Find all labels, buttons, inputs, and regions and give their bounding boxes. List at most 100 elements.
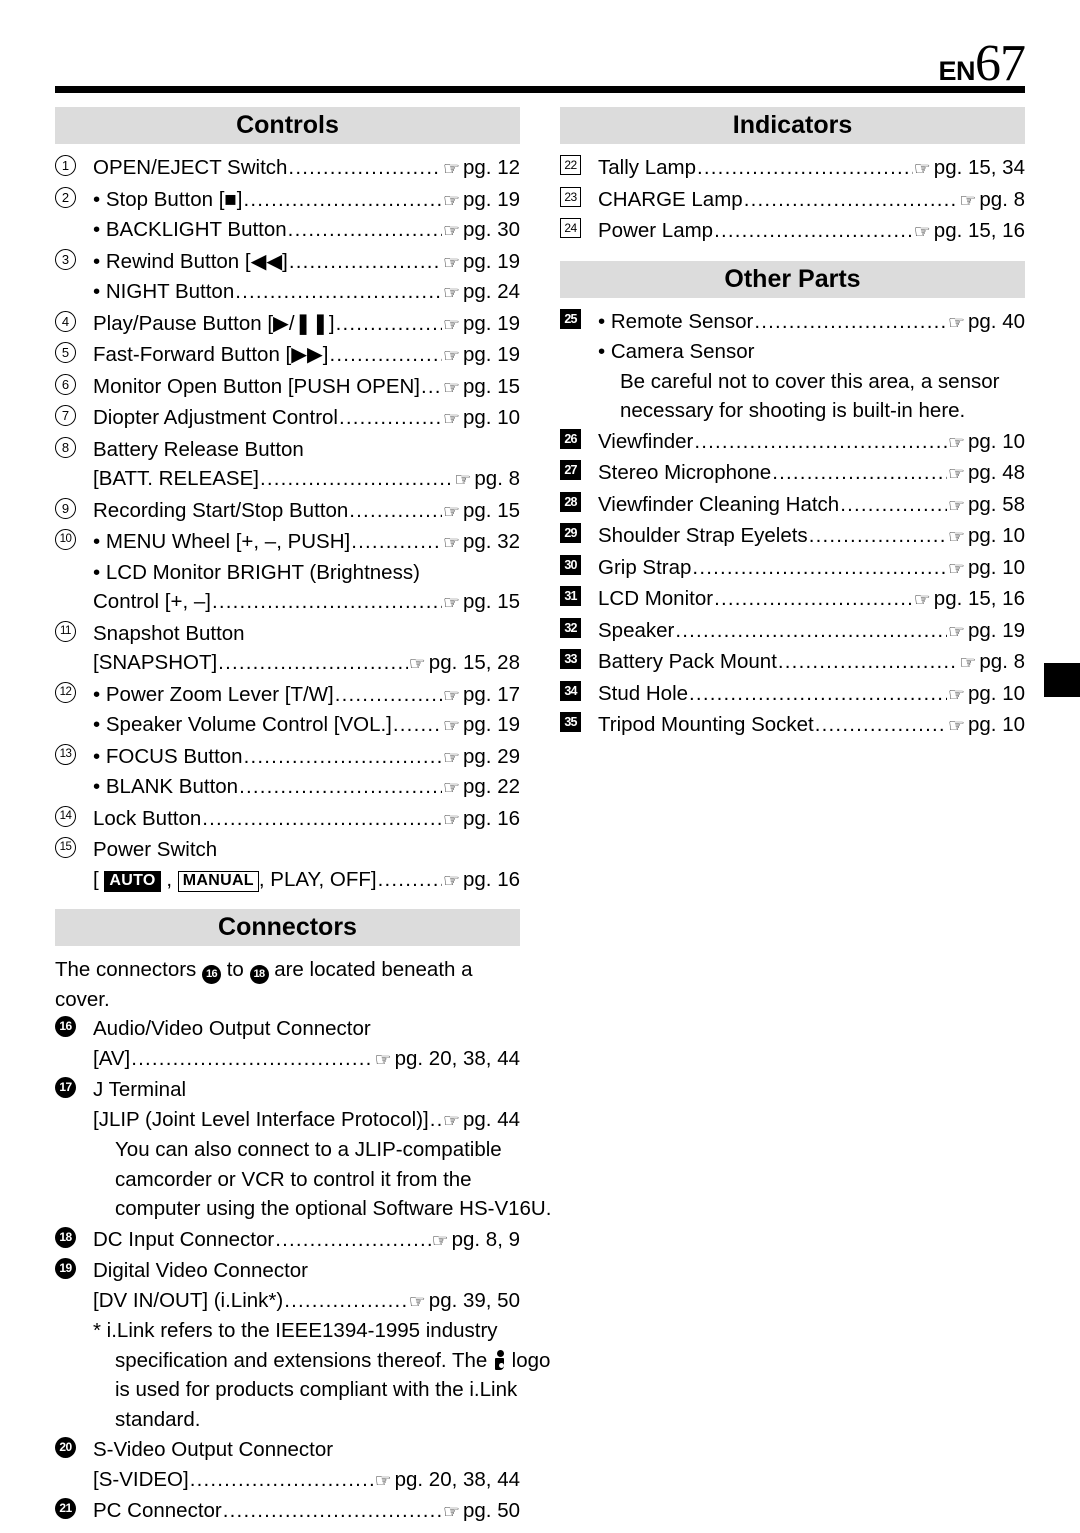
item-marker: 34 [560,680,590,701]
list-item: 28 Viewfinder Cleaning Hatch.............… [560,490,1025,521]
entry-line: DC Input Connector......................… [93,1225,520,1256]
item-marker: 23 [560,186,590,207]
list-item: 15 Power Switch [ AUTO , MANUAL, PLAY, OFF… [55,835,520,895]
page-reference: ☞ pg. 19 [443,309,520,340]
marker-number-13: 13 [55,743,76,765]
page-reference: ☞ pg. 16 [443,865,520,896]
section-header-connectors: Connectors [55,909,520,946]
page-reference: ☞ pg. 8 [959,647,1025,678]
marker-number-7: 7 [55,405,76,426]
leader-dots: ........................................… [777,650,958,673]
entry-line: • LCD Monitor BRIGHT (Brightness) [93,558,520,588]
marker-number-35: 35 [560,712,581,732]
entry-line: • Rewind Button [◀◀]....................… [93,247,520,278]
item-marker: 18 [55,1226,85,1248]
entry-line: Monitor Open Button [PUSH OPEN].........… [93,372,520,403]
leader-dots: ........................................… [284,1288,408,1312]
power-switch-modes: [ AUTO , MANUAL, PLAY, OFF] [93,867,377,892]
page-reference-text: pg. 50 [463,1499,520,1522]
entry-text: • LCD Monitor BRIGHT (Brightness) [93,560,420,584]
item-marker: 2 [55,186,85,208]
marker-number-4: 4 [55,310,76,332]
entry-text: Power Switch [93,838,218,861]
page-reference-text: pg. 8, 9 [451,1227,520,1251]
leader-dots: ........................................… [275,1227,430,1251]
leader-dots: ........................................… [421,374,442,398]
leader-dots: ........................................… [694,429,947,453]
note-text: computer using the optional Software HS-… [115,1197,552,1220]
page-reference: ☞ pg. 58 [948,490,1025,521]
item-marker: 10 [55,529,85,550]
pointing-hand-icon: ☞ [442,409,460,430]
marker-number-14: 14 [55,805,76,827]
pointing-hand-icon: ☞ [913,222,931,243]
entry-text: DC Input Connector [93,1227,275,1251]
page-reference-text: pg. 8 [979,187,1025,211]
page-reference: ☞ pg. 39, 50 [409,1286,520,1317]
entry-text: Fast-Forward Button [▶▶] [93,343,329,366]
item-marker: 26 [560,428,590,449]
entry-line: Shoulder Strap Eyelets..................… [598,521,1025,552]
entry-line: PC Connector............................… [93,1496,520,1527]
marker-number-8: 8 [55,436,76,458]
entry-line: • Speaker Volume Control [VOL.].........… [93,710,520,741]
page-reference: ☞ pg. 17 [443,680,520,711]
list-item: 34 Stud Hole.............................… [560,679,1025,710]
entry-line: [DV IN/OUT] (i.Link*)...................… [93,1286,520,1317]
leader-dots: ........................................… [329,343,441,366]
entry-line: Lock Button.............................… [93,804,520,835]
page-reference: ☞ pg. 22 [443,772,520,803]
item-marker: 27 [560,460,590,480]
page-reference-text: pg. 12 [463,156,520,179]
pointing-hand-icon: ☞ [947,684,965,706]
pointing-hand-icon: ☞ [442,1110,460,1132]
leader-dots: ........................................… [689,681,947,705]
entry-line: Recording Start/Stop Button.............… [93,496,520,527]
entry-text: Battery Release Button [93,437,304,461]
entry-line: [ AUTO , MANUAL, PLAY, OFF].............… [93,865,520,896]
leader-dots: ........................................… [743,187,959,211]
page-reference: ☞ pg. 30 [443,215,520,246]
entry-text: PC Connector [93,1499,222,1522]
entry-note: You can also connect to a JLIP-compatibl… [93,1135,520,1165]
item-marker: 19 [55,1258,85,1279]
entry-note: necessary for shooting is built-in here. [598,396,1025,426]
list-item: 14 Lock Button...........................… [55,804,520,835]
leader-dots: ........................................… [429,1107,442,1131]
page-reference-text: pg. 29 [463,744,520,768]
page-reference: ☞ pg. 8 [454,464,520,495]
pointing-hand-icon: ☞ [442,501,460,523]
footnote-text: specification and extensions thereof. Th… [115,1348,551,1372]
page-reference-text: pg. 15, 16 [933,587,1025,610]
entry-line: Tally Lamp..............................… [598,153,1025,184]
entry-line: Stereo Microphone.......................… [598,458,1025,489]
page-reference: ☞ pg. 29 [443,742,520,773]
entry-line: [BATT. RELEASE].........................… [93,464,520,495]
entry-text: Audio/Video Output Connector [93,1017,371,1040]
note-text: Be careful not to cover this area, a sen… [620,369,1000,393]
ilink-logo-icon [493,1349,506,1370]
pointing-hand-icon: ☞ [959,653,977,674]
entry-text: LCD Monitor [598,587,714,610]
pointing-hand-icon: ☞ [442,221,460,242]
list-item: 11 Snapshot Button [SNAPSHOT].............… [55,619,520,679]
item-marker: 31 [560,586,590,606]
leader-dots: ........................................… [675,618,947,642]
marker-number-19: 19 [55,1258,76,1279]
marker-number-32: 32 [560,617,581,638]
manual-page: EN67 Controls 1 OPEN/EJECT Switch.........… [0,0,1080,1533]
item-marker: 14 [55,805,85,827]
page-reference-text: pg. 10 [968,429,1025,453]
footnote-line: standard. [93,1405,520,1435]
list-item: 23 CHARGE Lamp...........................… [560,185,1025,216]
item-marker: 7 [55,405,85,426]
section-header-indicators: Indicators [560,107,1025,144]
page-reference: ☞ pg. 10 [948,679,1025,710]
page-reference-text: pg. 16 [463,867,520,891]
page-reference-text: pg. 17 [463,682,520,706]
entry-text: Stereo Microphone [598,461,772,484]
pointing-hand-icon: ☞ [442,533,460,554]
entry-text: Tripod Mounting Socket [598,713,814,736]
marker-number-11: 11 [55,620,76,642]
